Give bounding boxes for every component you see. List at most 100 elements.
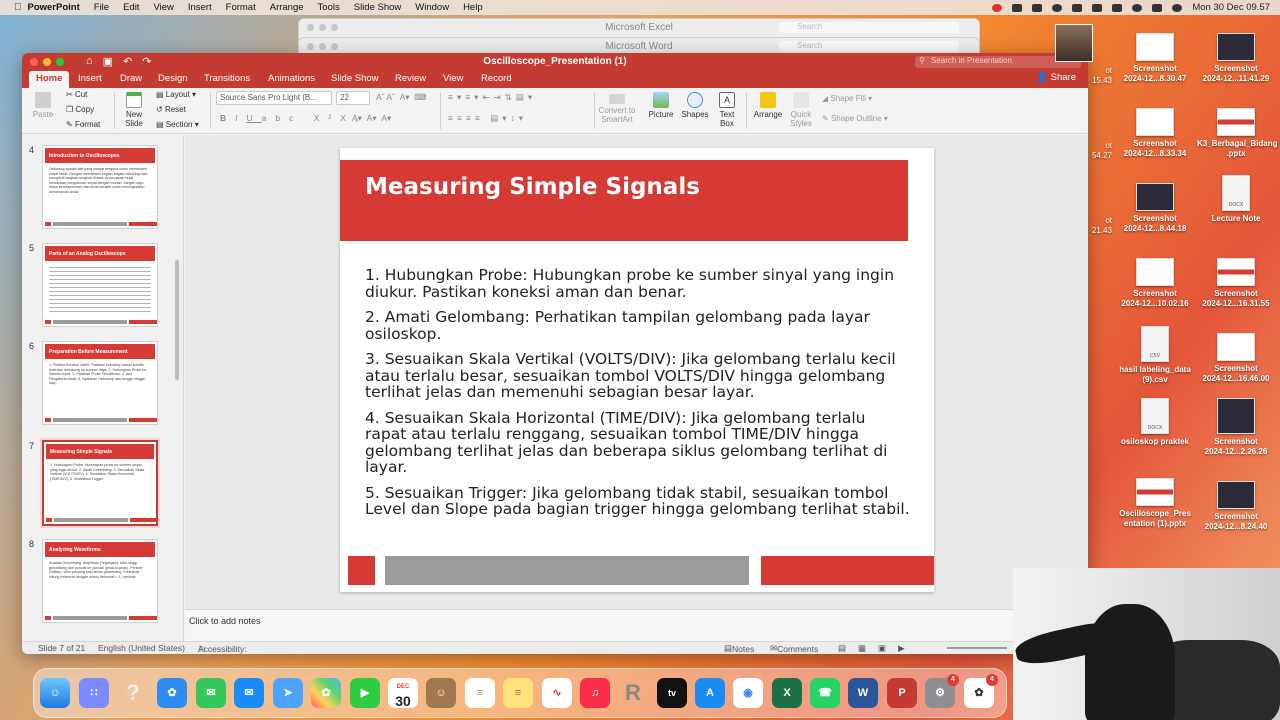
zoom-icon[interactable]: [1032, 3, 1043, 12]
format-painter-button[interactable]: ✎ Format: [66, 120, 100, 129]
freeform-icon[interactable]: ∿: [542, 678, 572, 708]
wifi-icon[interactable]: [1072, 3, 1083, 12]
menu-edit[interactable]: Edit: [123, 2, 139, 13]
desktop-file-partial[interactable]: ot 21.43: [1072, 216, 1112, 235]
view-buttons[interactable]: ▤▦▣▶: [838, 643, 917, 654]
desktop-file[interactable]: DOCX Lecture Note: [1197, 175, 1275, 224]
menu-slide-show[interactable]: Slide Show: [354, 2, 402, 13]
help-icon[interactable]: ?: [118, 678, 148, 708]
slide-thumbnail-6[interactable]: Preparation Before Measurement 1. Periksa…: [42, 341, 158, 425]
app-store-icon[interactable]: A: [695, 678, 725, 708]
excel-icon[interactable]: X: [772, 678, 802, 708]
battery-icon[interactable]: [1112, 3, 1123, 12]
contacts-icon[interactable]: ☺: [426, 678, 456, 708]
profile-photo[interactable]: [1055, 24, 1093, 62]
cut-button[interactable]: ✂ Cut: [66, 90, 87, 99]
thumbnail-scrollbar[interactable]: [175, 260, 179, 380]
slide-thumbnail-4[interactable]: Introduction to Oscilloscopes Osiloskop a…: [42, 145, 158, 229]
menu-insert[interactable]: Insert: [188, 2, 212, 13]
desktop-file[interactable]: Screenshot 2024-12...8.24.40: [1197, 481, 1275, 531]
slide-body-text[interactable]: 1. Hubungkan Probe: Hubungkan probe ke s…: [365, 267, 910, 527]
facetime-icon[interactable]: ▶: [350, 678, 380, 708]
language-status[interactable]: English (United States): [98, 643, 185, 653]
whatsapp-icon[interactable]: ☎: [810, 678, 840, 708]
photos-icon[interactable]: ✿: [311, 678, 341, 708]
slide-thumbnail-8[interactable]: Analyzing Waveforms Analisis Gelombang. A…: [42, 539, 158, 623]
menu-window[interactable]: Window: [415, 2, 449, 13]
slide-title[interactable]: Measuring Simple Signals: [365, 174, 700, 200]
launchpad-icon[interactable]: ∷: [79, 678, 109, 708]
control-center-icon[interactable]: [1152, 3, 1163, 12]
desktop-file-partial[interactable]: ot 15.43: [1072, 66, 1112, 85]
record-icon[interactable]: [992, 3, 1003, 12]
tab-draw[interactable]: Draw: [120, 73, 142, 84]
layout-button[interactable]: ▤ Layout ▾: [156, 90, 196, 99]
desktop-file[interactable]: Screenshot 2024-12...16.46.00: [1197, 333, 1275, 383]
word-search[interactable]: Search: [779, 41, 959, 52]
apple-icon[interactable]: : [14, 2, 22, 13]
desktop-file[interactable]: Screenshot 2024-12...16.31.55: [1197, 258, 1275, 308]
play-icon[interactable]: [1052, 3, 1063, 12]
finder-icon[interactable]: ☺: [40, 678, 70, 708]
powerpoint-icon[interactable]: P: [887, 678, 917, 708]
shape-fill-button[interactable]: ◢ Shape Fill ▾: [822, 94, 872, 103]
desktop-file[interactable]: DOCX osiloskop praktek: [1116, 398, 1194, 447]
chrome-icon[interactable]: ◉: [733, 678, 763, 708]
zoom-slider[interactable]: [947, 647, 1007, 649]
maps-icon[interactable]: ➤: [273, 678, 303, 708]
messages-icon[interactable]: ✉: [196, 678, 226, 708]
notes-pane[interactable]: Click to add notes: [185, 609, 1088, 641]
comments-toggle[interactable]: ✉ Comments: [770, 643, 818, 654]
excel-search[interactable]: Search: [779, 22, 959, 33]
calendar-icon[interactable]: DEC 30: [388, 678, 418, 709]
font-name-select[interactable]: Source Sans Pro Light (B...: [216, 91, 332, 105]
r-app-icon[interactable]: R: [618, 678, 648, 708]
current-slide[interactable]: Measuring Simple Signals 1. Hubungkan Pr…: [340, 148, 934, 592]
desktop-file[interactable]: Screenshot 2024-12...10.02.16: [1116, 258, 1194, 308]
alignment-buttons[interactable]: ≡≡≡≡ ▤▾↕▾: [448, 113, 527, 124]
menu-clock[interactable]: Mon 30 Dec 09.57: [1192, 2, 1270, 13]
reset-button[interactable]: ↺ Reset: [156, 105, 186, 114]
desktop-file[interactable]: Screenshot 2024-12...8.44.18: [1116, 183, 1194, 233]
menu-app-name[interactable]: PowerPoint: [28, 2, 80, 13]
lock-icon[interactable]: [1092, 3, 1103, 12]
tab-review[interactable]: Review: [395, 73, 426, 84]
desktop-file[interactable]: Screenshot 2024-12...2.26.26: [1197, 398, 1275, 456]
text-style-buttons[interactable]: BIUabc X²X₂: [220, 113, 367, 123]
section-button[interactable]: ▤ Section ▾: [156, 120, 199, 129]
music-icon[interactable]: ♫: [580, 678, 610, 708]
safari-icon[interactable]: ✿: [157, 678, 187, 708]
font-size-buttons[interactable]: Aˆ Aˇ A​▾ ⌨: [376, 92, 427, 103]
menu-arrange[interactable]: Arrange: [270, 2, 304, 13]
shapes-button[interactable]: Shapes: [681, 92, 709, 119]
menu-file[interactable]: File: [94, 2, 109, 13]
word-icon[interactable]: W: [848, 678, 878, 708]
tab-slide-show[interactable]: Slide Show: [331, 73, 379, 84]
tab-animations[interactable]: Animations: [268, 73, 315, 84]
menu-format[interactable]: Format: [226, 2, 256, 13]
menu-help[interactable]: Help: [463, 2, 483, 13]
desktop-file[interactable]: K3_Berbagai_Bidang .pptx: [1197, 108, 1277, 158]
shape-outline-button[interactable]: ✎ Shape Outline ▾: [822, 114, 888, 123]
desktop-file[interactable]: CSV hasil labeling_data (9).csv: [1116, 326, 1194, 384]
font-color-buttons[interactable]: A​▾ A​▾ A​▾: [352, 113, 391, 124]
desktop-file[interactable]: Oscilloscope_Pres entation (1).pptx: [1116, 478, 1194, 528]
copy-button[interactable]: ❐ Copy: [66, 105, 94, 114]
quick-styles-button[interactable]: Quick Styles: [786, 92, 816, 128]
tab-view[interactable]: View: [443, 73, 463, 84]
menu-view[interactable]: View: [153, 2, 173, 13]
desktop-file[interactable]: Screenshot 2024-12...8.30.47: [1116, 33, 1194, 83]
notes-toggle[interactable]: ▤ Notes: [724, 643, 754, 654]
menu-tools[interactable]: Tools: [318, 2, 340, 13]
share-button[interactable]: 👤 Share: [1036, 72, 1076, 83]
new-slide-button[interactable]: New Slide: [120, 92, 148, 128]
tab-home[interactable]: Home: [29, 71, 70, 88]
arrange-button[interactable]: Arrange: [750, 92, 786, 119]
apple-tv-icon[interactable]: tv: [657, 678, 687, 708]
slide-thumbnail-7[interactable]: Measuring Simple Signals 1. Hubungkan Pro…: [42, 440, 158, 526]
system-settings-icon[interactable]: ⚙ 4: [925, 674, 959, 708]
reminders-icon[interactable]: ≡: [465, 678, 495, 708]
tab-record[interactable]: Record: [481, 73, 512, 84]
tab-insert[interactable]: Insert: [78, 73, 102, 84]
desktop-file-partial[interactable]: ot 54.27: [1072, 141, 1112, 160]
